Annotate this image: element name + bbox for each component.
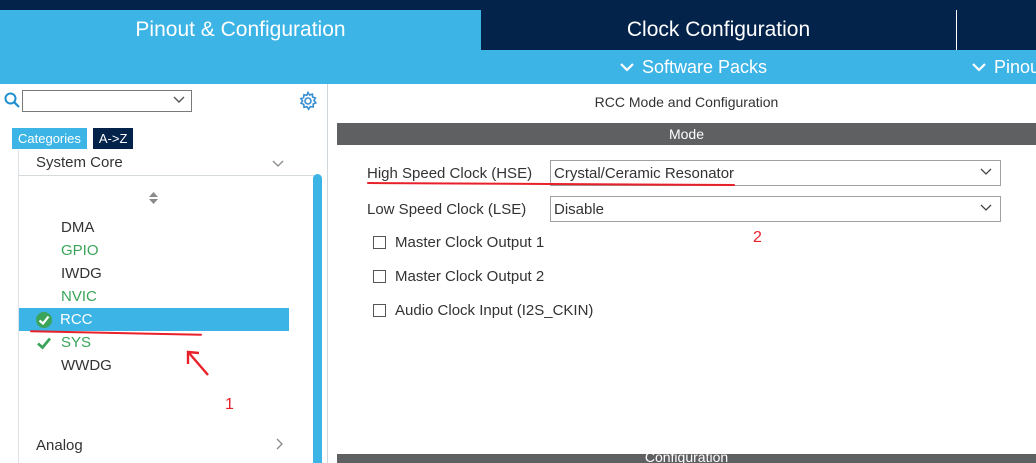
- i2s-checkbox-row[interactable]: Audio Clock Input (I2S_CKIN): [373, 300, 593, 320]
- list-item-gpio[interactable]: GPIO: [19, 239, 289, 262]
- hse-select-value: Crystal/Ceramic Resonator: [554, 164, 735, 182]
- group-system-core[interactable]: System Core: [19, 150, 314, 176]
- tab-clock-label: Clock Configuration: [626, 18, 811, 41]
- annotation-number-1: 1: [225, 396, 234, 413]
- list-item-label: WWDG: [61, 357, 112, 374]
- mco2-label: Master Clock Output 2: [395, 267, 545, 285]
- annotation-arrow-icon: [186, 350, 209, 376]
- configuration-header-label: Configuration: [644, 449, 729, 463]
- lse-row: Low Speed Clock (LSE): [367, 196, 526, 222]
- list-item-iwdg[interactable]: IWDG: [19, 262, 289, 285]
- pinout-menu[interactable]: Pinout: [972, 50, 1036, 84]
- annotation-number-2: 2: [753, 229, 762, 246]
- chevron-down-icon: [980, 201, 992, 215]
- mco1-label: Master Clock Output 1: [395, 233, 545, 251]
- search-icon[interactable]: [4, 92, 20, 108]
- i2s-checkbox[interactable]: [373, 303, 386, 317]
- list-item-label: NVIC: [61, 288, 97, 305]
- list-item-dma[interactable]: DMA: [19, 216, 289, 239]
- group-system-core-label: System Core: [36, 154, 123, 171]
- hse-label: High Speed Clock (HSE): [367, 164, 533, 182]
- gear-icon[interactable]: [298, 91, 318, 111]
- lse-select-value: Disable: [554, 200, 605, 218]
- list-item-wwdg[interactable]: WWDG: [19, 354, 289, 377]
- sidebar: Categories A->Z System Core DMA GPIO IWD…: [0, 84, 328, 463]
- search-input[interactable]: [22, 90, 192, 112]
- lse-label: Low Speed Clock (LSE): [367, 200, 527, 218]
- mco2-checkbox[interactable]: [373, 269, 386, 283]
- check-icon: [37, 337, 52, 350]
- check-circle-icon: [36, 312, 52, 328]
- list-item-label: IWDG: [61, 265, 102, 282]
- list-item-nvic[interactable]: NVIC: [19, 285, 289, 308]
- configuration-section-header[interactable]: Configuration: [337, 449, 1036, 463]
- mco1-checkbox[interactable]: [373, 235, 386, 249]
- main-panel: RCC Mode and Configuration Mode High Spe…: [337, 84, 1036, 463]
- chevron-down-icon: [620, 59, 634, 75]
- tab-divider: [956, 10, 957, 50]
- chevron-right-icon: [276, 437, 284, 453]
- list-item-label: RCC: [60, 311, 93, 328]
- mco1-checkbox-row[interactable]: Master Clock Output 1: [373, 232, 544, 252]
- peripheral-tree: System Core DMA GPIO IWDG NVIC RCC SYS W…: [18, 150, 314, 463]
- tab-categories[interactable]: Categories: [12, 128, 87, 149]
- sidebar-scrollbar[interactable]: [313, 174, 322, 463]
- category-tabs: Categories A->Z: [12, 128, 134, 149]
- list-item-rcc[interactable]: RCC: [19, 308, 289, 331]
- tab-a-to-z[interactable]: A->Z: [92, 128, 134, 149]
- mco2-checkbox-row[interactable]: Master Clock Output 2: [373, 266, 544, 286]
- mode-header-label: Mode: [668, 126, 705, 142]
- lse-select[interactable]: Disable: [550, 196, 1001, 222]
- list-item-label: DMA: [61, 219, 95, 236]
- page-title: RCC Mode and Configuration: [594, 94, 779, 110]
- list-item-label: SYS: [61, 334, 92, 351]
- mode-section-header[interactable]: Mode: [337, 123, 1036, 145]
- sub-toolbar: Software Packs Pinout: [0, 50, 1036, 84]
- sort-icon[interactable]: [149, 192, 158, 204]
- hse-select[interactable]: Crystal/Ceramic Resonator: [550, 160, 1001, 186]
- top-bar: Pinout & Configuration Clock Configurati…: [0, 0, 1036, 50]
- tab-clock-configuration[interactable]: Clock Configuration: [481, 10, 956, 50]
- group-analog[interactable]: Analog: [19, 432, 314, 458]
- chevron-down-icon: [972, 59, 986, 75]
- chevron-down-icon: [980, 165, 992, 179]
- chevron-down-icon[interactable]: [173, 93, 185, 107]
- chevron-down-icon: [272, 155, 284, 171]
- i2s-label: Audio Clock Input (I2S_CKIN): [395, 301, 594, 319]
- list-item-label: GPIO: [61, 242, 99, 259]
- tab-pinout-label: Pinout & Configuration: [135, 18, 346, 41]
- pinout-menu-label: Pinout: [994, 56, 1036, 77]
- tab-pinout-configuration[interactable]: Pinout & Configuration: [0, 10, 481, 50]
- software-packs-label: Software Packs: [642, 56, 768, 77]
- software-packs-menu[interactable]: Software Packs: [620, 50, 767, 84]
- group-analog-label: Analog: [36, 436, 83, 454]
